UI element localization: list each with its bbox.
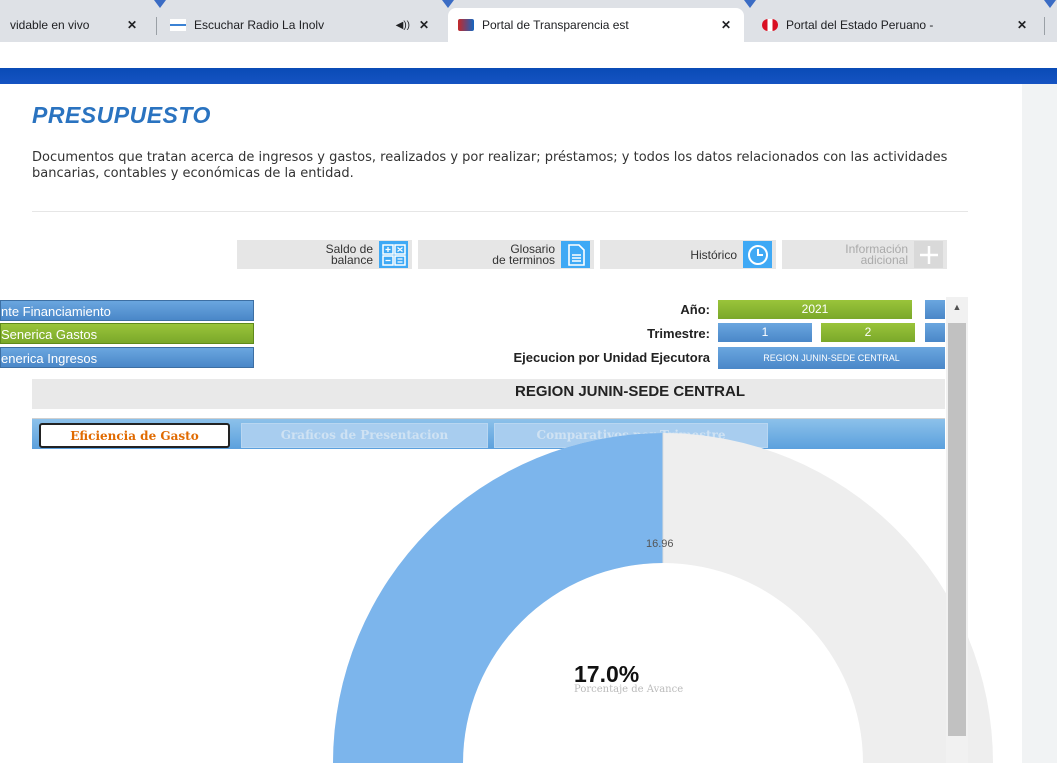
gauge-value-label: 16.96 (646, 538, 674, 550)
gauge-subtitle: Porcentaje de Avance (574, 684, 684, 695)
scrollbar-thumb[interactable] (948, 323, 966, 736)
gauge-value-arc (333, 433, 663, 763)
scroll-up-arrow-icon[interactable]: ▲ (946, 297, 968, 317)
gauge-chart (333, 433, 993, 763)
